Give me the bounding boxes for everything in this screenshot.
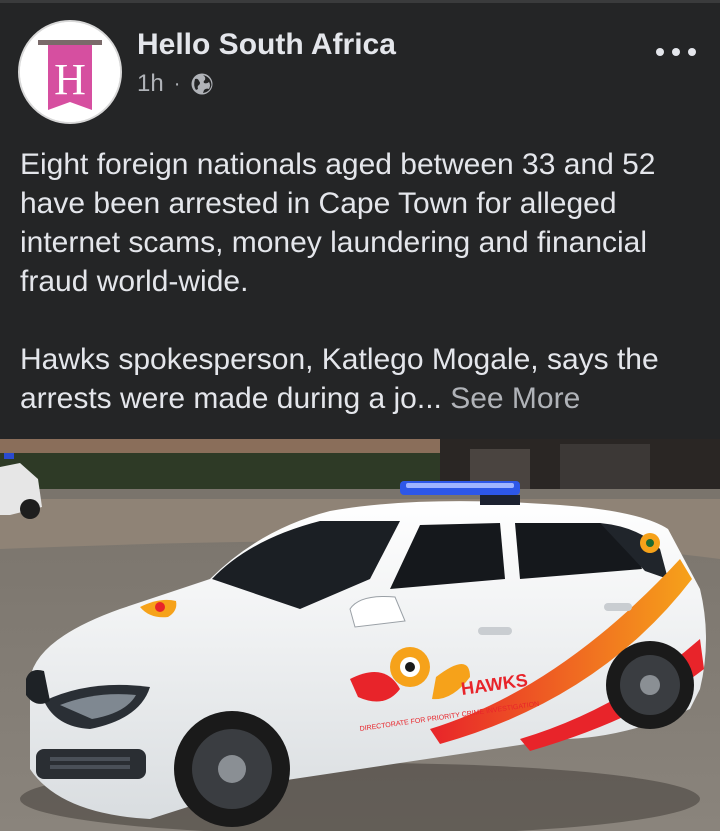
- post-text: Eight foreign nationals aged between 33 …: [20, 145, 710, 418]
- post-header: H Hello South Africa 1h ·: [0, 0, 720, 130]
- more-options-button[interactable]: [648, 34, 704, 70]
- post-photo[interactable]: HAWKS DIRECTORATE FOR PRIORITY CRIME INV…: [0, 439, 720, 831]
- post-paragraph-2: Hawks spokesperson, Katlego Mogale, says…: [20, 340, 710, 418]
- avatar-logo: H: [20, 22, 120, 122]
- see-more-link[interactable]: See More: [450, 382, 580, 415]
- avatar-letter: H: [54, 55, 86, 104]
- page-name-link[interactable]: Hello South Africa: [137, 28, 396, 62]
- police-car-photo: HAWKS DIRECTORATE FOR PRIORITY CRIME INV…: [0, 439, 720, 831]
- post-meta: 1h ·: [137, 68, 214, 100]
- globe-icon[interactable]: [190, 72, 214, 96]
- meta-separator: ·: [173, 72, 181, 95]
- post-timestamp[interactable]: 1h: [137, 70, 164, 98]
- more-horizontal-icon-dot: [672, 48, 680, 56]
- more-horizontal-icon-dot: [688, 48, 696, 56]
- post-paragraph-1: Eight foreign nationals aged between 33 …: [20, 148, 656, 298]
- more-horizontal-icon-dot: [656, 48, 664, 56]
- page-avatar[interactable]: H: [18, 20, 122, 124]
